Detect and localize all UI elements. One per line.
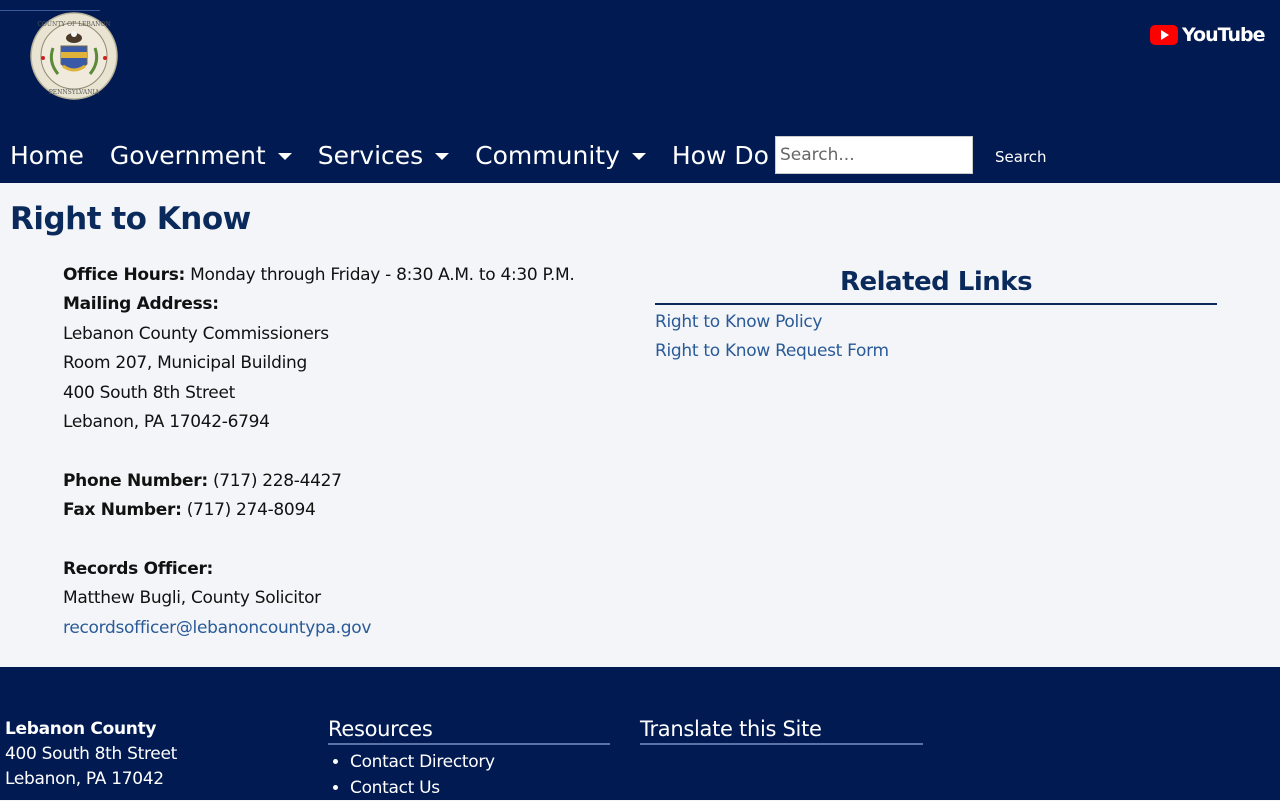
nav-home-label: Home [10,140,84,170]
footer-resources-list: Contact Directory Contact Us [328,749,610,801]
related-links-panel: Related Links Right to Know Policy Right… [655,267,1217,367]
office-hours-value: Monday through Friday - 8:30 A.M. to 4:3… [190,265,575,285]
related-link-policy[interactable]: Right to Know Policy [655,308,1217,337]
office-hours-row: Office Hours: Monday through Friday - 8:… [63,261,623,290]
footer-link-contact-us[interactable]: Contact Us [350,778,440,798]
youtube-link[interactable]: YouTube [1150,22,1265,48]
nav-services[interactable]: Services [317,140,450,170]
chevron-down-icon [435,152,450,160]
chevron-down-icon [631,152,646,160]
contact-info: Office Hours: Monday through Friday - 8:… [63,261,623,643]
nav-how-do-i-label: How Do I [671,140,785,170]
footer-resource-item[interactable]: Contact Directory [350,749,610,775]
svg-text:PENNSYLVANIA: PENNSYLVANIA [49,89,100,96]
footer-address-line: Lebanon, PA 17042 [5,769,164,789]
footer-link-contact-directory[interactable]: Contact Directory [350,752,495,772]
mailing-address-label: Mailing Address: [63,294,219,315]
nav-government[interactable]: Government [110,141,292,170]
phone-label: Phone Number: [63,470,208,491]
main-nav: Home Government Services Community How D… [0,133,811,177]
nav-community[interactable]: Community [475,141,646,170]
mailing-line: Room 207, Municipal Building [63,353,307,374]
related-link-request-form[interactable]: Right to Know Request Form [655,337,1217,366]
youtube-play-icon [1150,25,1178,45]
mailing-line: Lebanon, PA 17042-6794 [63,412,270,433]
records-officer-label: Records Officer: [63,559,214,580]
mailing-line: Lebanon County Commissioners [63,323,329,344]
records-email-link[interactable]: recordsofficer@lebanoncountypa.gov [63,618,371,638]
phone-row: Phone Number: (717) 228-4427 [63,467,623,496]
footer-org-name: Lebanon County [5,719,157,739]
main-content: Right to Know Office Hours: Monday throu… [0,183,1280,667]
footer-translate-title: Translate this Site [640,717,923,745]
footer-resources-title: Resources [328,717,610,745]
office-hours-label: Office Hours: [63,265,186,285]
search-button[interactable]: Search [985,145,1057,169]
svg-text:COUNTY OF LEBANON: COUNTY OF LEBANON [37,21,110,28]
records-officer-name: Matthew Bugli, County Solicitor [63,588,321,609]
mailing-line: 400 South 8th Street [63,382,235,403]
skip-link-underline [0,10,100,11]
fax-row: Fax Number: (717) 274-8094 [63,496,623,525]
county-seal-logo[interactable]: COUNTY OF LEBANON PENNSYLVANIA [30,12,118,100]
related-links-title: Related Links [655,267,1217,305]
phone-value: (717) 228-4427 [212,470,342,491]
site-header: COUNTY OF LEBANON PENNSYLVANIA YouTube H… [0,0,1280,183]
related-links-list: Right to Know Policy Right to Know Reque… [655,308,1217,367]
footer-resources: Resources Contact Directory Contact Us [328,717,610,801]
chevron-down-icon [277,152,292,160]
footer-translate: Translate this Site [640,717,923,745]
search-input[interactable] [775,136,973,174]
nav-home[interactable]: Home [10,141,84,170]
page-title: Right to Know [10,201,251,237]
footer-address-line: 400 South 8th Street [5,744,177,764]
seal-icon: COUNTY OF LEBANON PENNSYLVANIA [30,12,118,100]
nav-government-label: Government [109,140,266,170]
fax-label: Fax Number: [63,500,182,521]
site-footer: Lebanon County 400 South 8th Street Leba… [0,667,1280,800]
fax-value: (717) 274-8094 [186,500,316,521]
nav-services-label: Services [317,140,424,170]
footer-address: Lebanon County 400 South 8th Street Leba… [5,717,177,792]
footer-resource-item[interactable]: Contact Us [350,775,610,801]
youtube-label: YouTube [1182,24,1265,46]
nav-community-label: Community [475,140,620,170]
